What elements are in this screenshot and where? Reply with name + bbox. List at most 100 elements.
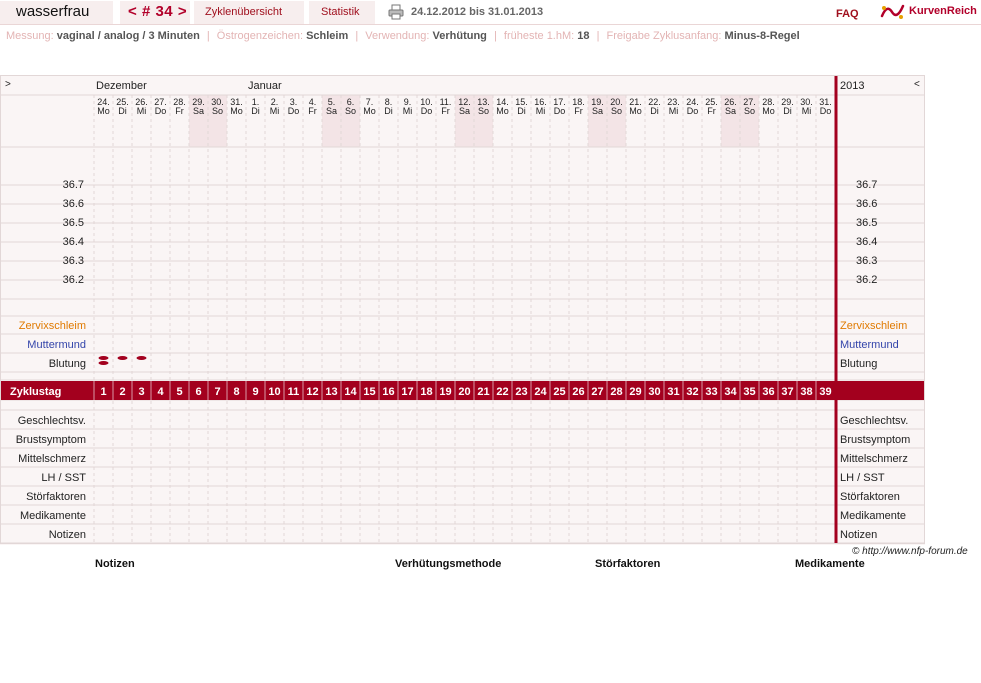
cycle-day-number: 30	[648, 386, 660, 398]
setting-label-earliest-hm: früheste 1.hM:	[503, 30, 575, 42]
lane-label-left: Geschlechtsv.	[18, 415, 86, 427]
cycle-day-number: 12	[306, 386, 318, 398]
temp-axis-label-left: 36.7	[63, 179, 84, 191]
cycle-day-number: 16	[382, 386, 394, 398]
day-weekday-label: Do	[288, 106, 300, 116]
lane-label-left: Störfaktoren	[26, 491, 86, 503]
setting-label-measurement: Messung:	[6, 30, 54, 42]
nav-cycle-overview[interactable]: Zyklenübersicht	[205, 6, 282, 18]
temp-axis-label-right: 36.7	[856, 179, 877, 191]
day-weekday-label: So	[744, 106, 755, 116]
day-weekday-label: Di	[251, 106, 260, 116]
temp-axis-label-right: 36.4	[856, 236, 877, 248]
day-weekday-label: Mi	[536, 106, 546, 116]
lane-label-left: Zervixschleim	[19, 320, 86, 332]
temp-axis-label-left: 36.5	[63, 217, 84, 229]
lane-label-right: Medikamente	[840, 510, 906, 522]
setting-label-estrogen: Östrogenzeichen:	[216, 30, 303, 42]
day-weekday-label: So	[611, 106, 622, 116]
kurvenreich-logo-icon[interactable]	[880, 2, 906, 22]
cycle-day-number: 13	[325, 386, 337, 398]
setting-value-earliest-hm: 18	[577, 30, 590, 42]
day-weekday-label: Di	[517, 106, 526, 116]
nav-statistics[interactable]: Statistik	[321, 6, 360, 18]
cycle-day-number: 4	[157, 386, 164, 398]
day-weekday-label: Mi	[403, 106, 413, 116]
day-weekday-label: Do	[687, 106, 699, 116]
cycle-day-number: 27	[591, 386, 603, 398]
setting-value-measurement: vaginal / analog / 3 Minuten	[56, 30, 200, 42]
cycle-day-number: 25	[553, 386, 565, 398]
cycle-day-number: 2	[119, 386, 125, 398]
cycle-day-number: 38	[800, 386, 812, 398]
setting-value-estrogen: Schleim	[306, 30, 349, 42]
chart-scroll-left-button[interactable]: >	[5, 79, 11, 90]
temp-axis-label-left: 36.6	[63, 198, 84, 210]
temp-axis-label-right: 36.3	[856, 255, 877, 267]
day-weekday-label: Mi	[137, 106, 147, 116]
cycle-day-number: 5	[176, 386, 182, 398]
cycle-day-number: 1	[100, 386, 106, 398]
lane-label-right: Blutung	[840, 358, 877, 370]
cycle-day-number: 3	[138, 386, 144, 398]
lane-label-right: LH / SST	[840, 472, 885, 484]
brand-name[interactable]: KurvenReich	[909, 5, 977, 17]
cycle-day-number: 39	[819, 386, 831, 398]
cycle-day-number: 18	[420, 386, 432, 398]
cycle-day-number: 37	[781, 386, 793, 398]
cycle-number: # 34	[141, 3, 174, 20]
cycle-day-number: 33	[705, 386, 717, 398]
cycle-day-number: 7	[214, 386, 220, 398]
day-weekday-label: Sa	[459, 106, 470, 116]
temp-axis-label-right: 36.6	[856, 198, 877, 210]
month-label: Januar	[248, 80, 282, 92]
copyright[interactable]: © http://www.nfp-forum.de	[852, 546, 968, 557]
lane-label-left: Mittelschmerz	[18, 453, 86, 465]
cycle-day-number: 31	[667, 386, 679, 398]
day-weekday-label: Mo	[230, 106, 243, 116]
temp-axis-label-right: 36.2	[856, 274, 877, 286]
print-icon[interactable]	[388, 4, 404, 20]
user-name[interactable]: wasserfrau	[16, 3, 89, 20]
lane-label-left: Brustsymptom	[16, 434, 86, 446]
cycle-chart: > <Dezember Januar 201324.Mo25.Di26.Mi27.Do…	[0, 75, 925, 545]
cycle-day-number: 26	[572, 386, 584, 398]
lane-label-left: Muttermund	[27, 339, 86, 351]
faq-link[interactable]: FAQ	[836, 8, 859, 20]
day-weekday-label: Sa	[326, 106, 337, 116]
cycle-day-number: 22	[496, 386, 508, 398]
cycle-day-number: 29	[629, 386, 641, 398]
setting-label-cycle-start: Freigabe Zyklusanfang:	[606, 30, 722, 42]
cycle-day-number: 35	[743, 386, 755, 398]
day-weekday-label: So	[478, 106, 489, 116]
day-weekday-label: So	[345, 106, 356, 116]
lane-label-right: Mittelschmerz	[840, 453, 908, 465]
day-weekday-label: Mi	[669, 106, 679, 116]
next-cycle-button[interactable]: >	[178, 3, 187, 20]
cycle-day-number: 9	[252, 386, 258, 398]
cycle-day-number: 19	[439, 386, 451, 398]
cycle-day-number: 24	[534, 386, 547, 398]
day-weekday-label: Mo	[496, 106, 509, 116]
day-weekday-label: Di	[783, 106, 792, 116]
temp-axis-label-left: 36.3	[63, 255, 84, 267]
temp-axis-label-right: 36.5	[856, 217, 877, 229]
lane-label-right: Störfaktoren	[840, 491, 900, 503]
cycle-day-number: 6	[195, 386, 201, 398]
cycle-day-label: Zyklustag	[10, 386, 61, 398]
cycle-day-number: 8	[233, 386, 239, 398]
day-weekday-label: Di	[650, 106, 659, 116]
cycle-day-number: 11	[288, 386, 300, 398]
lane-label-left: Blutung	[49, 358, 86, 370]
lane-label-right: Brustsymptom	[840, 434, 910, 446]
footer-heading-notes: Notizen	[95, 558, 135, 570]
separator: |	[206, 30, 210, 42]
day-weekday-label: Di	[384, 106, 393, 116]
day-weekday-label: So	[212, 106, 223, 116]
chart-scroll-right-button[interactable]: <	[914, 79, 920, 90]
bleeding-mark	[98, 356, 109, 360]
lane-label-left: LH / SST	[41, 472, 86, 484]
setting-value-cycle-start: Minus-8-Regel	[724, 30, 800, 42]
separator: |	[355, 30, 359, 42]
prev-cycle-button[interactable]: <	[128, 3, 137, 20]
